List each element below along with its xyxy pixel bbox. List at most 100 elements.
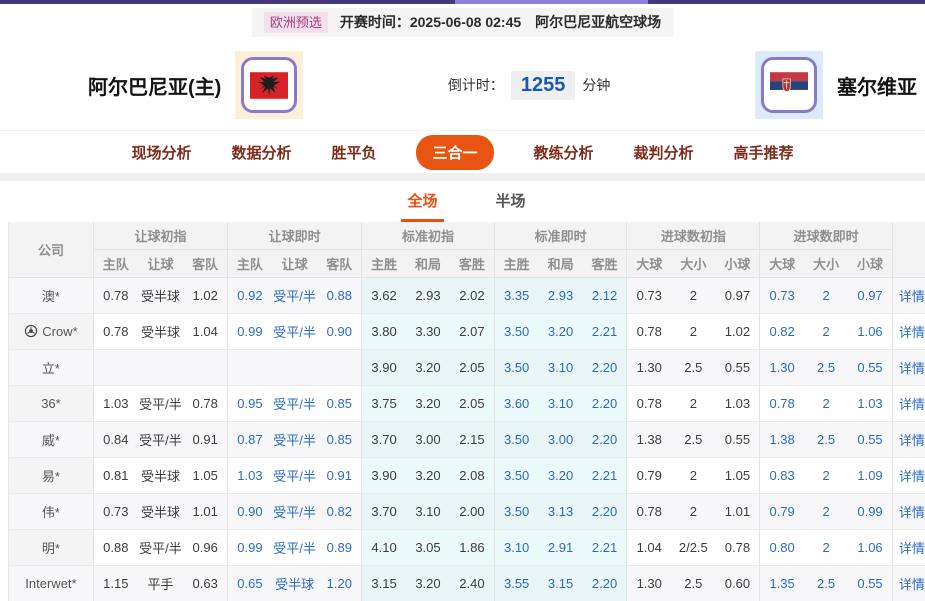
odds-cell: 2 [671, 494, 715, 530]
odds-cell: 1.03 [848, 386, 892, 422]
detail-cell: 详情 [892, 386, 925, 422]
odds-cell: 0.91 [183, 422, 227, 458]
odds-cell: 1.05 [716, 458, 760, 494]
odds-cell: 1.02 [716, 314, 760, 350]
odds-cell: 0.55 [848, 566, 892, 601]
odds-cell: 0.88 [93, 530, 137, 566]
detail-link[interactable]: 详情 [893, 433, 925, 448]
odds-cell: 3.20 [406, 566, 450, 601]
odds-cell: 1.38 [627, 422, 671, 458]
odds-cell: 2.5 [671, 422, 715, 458]
odds-cell [272, 350, 318, 386]
odds-cell: 0.79 [760, 494, 804, 530]
odds-cell: 受平/半 [272, 314, 318, 350]
odds-cell: 2.21 [583, 314, 627, 350]
odds-cell: 受平/半 [272, 386, 318, 422]
odds-cell: 1.15 [93, 566, 137, 601]
odds-cell: 2 [671, 458, 715, 494]
odds-cell: 3.15 [539, 566, 583, 601]
odds-cell: 0.78 [627, 386, 671, 422]
odds-cell: 1.04 [183, 314, 227, 350]
company-cell: 立* [9, 350, 94, 386]
odds-cell: 1.04 [627, 530, 671, 566]
tab-coach-analysis[interactable]: 教练分析 [534, 142, 594, 163]
detail-cell: 详情 [892, 566, 925, 601]
detail-link[interactable]: 详情 [893, 469, 925, 484]
odds-cell: 2.20 [583, 386, 627, 422]
sub-header-3-0: 主胜 [494, 250, 538, 278]
odds-cell: 0.84 [93, 422, 137, 458]
group-header-4: 进球数初指 [627, 222, 760, 250]
albania-flag-icon [250, 72, 288, 99]
countdown-value: 1255 [511, 71, 576, 100]
company-cell: 威* [9, 422, 94, 458]
odds-cell: 3.35 [494, 278, 538, 314]
odds-cell: 0.90 [228, 494, 272, 530]
odds-cell: 0.90 [317, 314, 361, 350]
odds-cell: 受平/半 [272, 530, 318, 566]
odds-cell: 3.05 [406, 530, 450, 566]
tab-full-match[interactable]: 全场 [401, 181, 443, 222]
odds-cell: 3.60 [494, 386, 538, 422]
odds-cell: 0.85 [317, 422, 361, 458]
odds-cell: 1.35 [760, 566, 804, 601]
odds-cell: 0.89 [317, 530, 361, 566]
odds-row: Interwet*1.15平手0.630.65受半球1.203.153.202.… [9, 566, 925, 601]
odds-cell: 3.90 [362, 350, 406, 386]
detail-link[interactable]: 详情 [893, 325, 925, 340]
tab-win-draw-lose[interactable]: 胜平负 [331, 142, 376, 163]
detail-cell: 详情 [892, 314, 925, 350]
top-progress-bar [0, 0, 925, 4]
odds-cell: 2 [671, 314, 715, 350]
odds-cell: 0.87 [228, 422, 272, 458]
period-sub-tabs: 全场 半场 [8, 181, 925, 222]
match-header: 阿尔巴尼亚(主) 倒计时： 1255 分钟 塞尔维亚 [0, 40, 925, 130]
home-team-name: 阿尔巴尼亚(主) [88, 71, 221, 100]
venue: 阿尔巴尼亚航空球场 [535, 12, 661, 32]
odds-cell: 4.10 [362, 530, 406, 566]
odds-cell: 2.5 [671, 350, 715, 386]
odds-cell: 2.20 [583, 350, 627, 386]
group-header-3: 标准即时 [494, 222, 627, 250]
countdown: 倒计时： 1255 分钟 [303, 71, 755, 100]
tab-three-in-one[interactable]: 三合一 [416, 135, 493, 170]
tab-expert-picks[interactable]: 高手推荐 [734, 142, 794, 163]
detail-cell: 详情 [892, 494, 925, 530]
odds-cell: 受半球 [138, 494, 184, 530]
odds-cell: 2.12 [583, 278, 627, 314]
odds-cell: 1.01 [183, 494, 227, 530]
tab-live-analysis[interactable]: 现场分析 [131, 142, 191, 163]
odds-cell: 2/2.5 [671, 530, 715, 566]
odds-cell: 0.82 [317, 494, 361, 530]
sub-header-0-2: 客队 [183, 250, 227, 278]
odds-cell: 2.91 [539, 530, 583, 566]
tab-data-analysis[interactable]: 数据分析 [231, 142, 291, 163]
odds-cell: 3.55 [494, 566, 538, 601]
odds-cell: 0.78 [183, 386, 227, 422]
odds-cell: 1.05 [183, 458, 227, 494]
detail-link[interactable]: 详情 [893, 541, 925, 556]
detail-link[interactable]: 详情 [893, 577, 925, 592]
detail-link[interactable]: 详情 [893, 397, 925, 412]
odds-row: 澳*0.78受半球1.020.92受平/半0.883.622.932.023.3… [9, 278, 925, 314]
detail-link[interactable]: 详情 [893, 361, 925, 376]
odds-cell: 2.93 [539, 278, 583, 314]
tab-referee-analysis[interactable]: 裁判分析 [634, 142, 694, 163]
odds-cell: 2.5 [804, 566, 848, 601]
odds-cell: 受半球 [138, 314, 184, 350]
detail-link[interactable]: 详情 [893, 505, 925, 520]
odds-cell: 0.85 [317, 386, 361, 422]
group-header-0: 让球初指 [93, 222, 227, 250]
odds-cell: 3.20 [406, 458, 450, 494]
match-info-bar: 欧洲预选 开赛时间：2025-06-08 02:45 阿尔巴尼亚航空球场 [0, 4, 925, 40]
home-flag-frame [241, 57, 297, 113]
group-header-1: 让球即时 [228, 222, 362, 250]
odds-cell: 0.81 [93, 458, 137, 494]
odds-cell: 2.21 [583, 458, 627, 494]
detail-link[interactable]: 详情 [893, 289, 925, 304]
sub-header-1-2: 客队 [317, 250, 361, 278]
group-header-2: 标准初指 [362, 222, 495, 250]
sub-header-2-1: 和局 [406, 250, 450, 278]
countdown-label: 倒计时： [448, 75, 504, 95]
tab-half-match[interactable]: 半场 [490, 181, 532, 222]
